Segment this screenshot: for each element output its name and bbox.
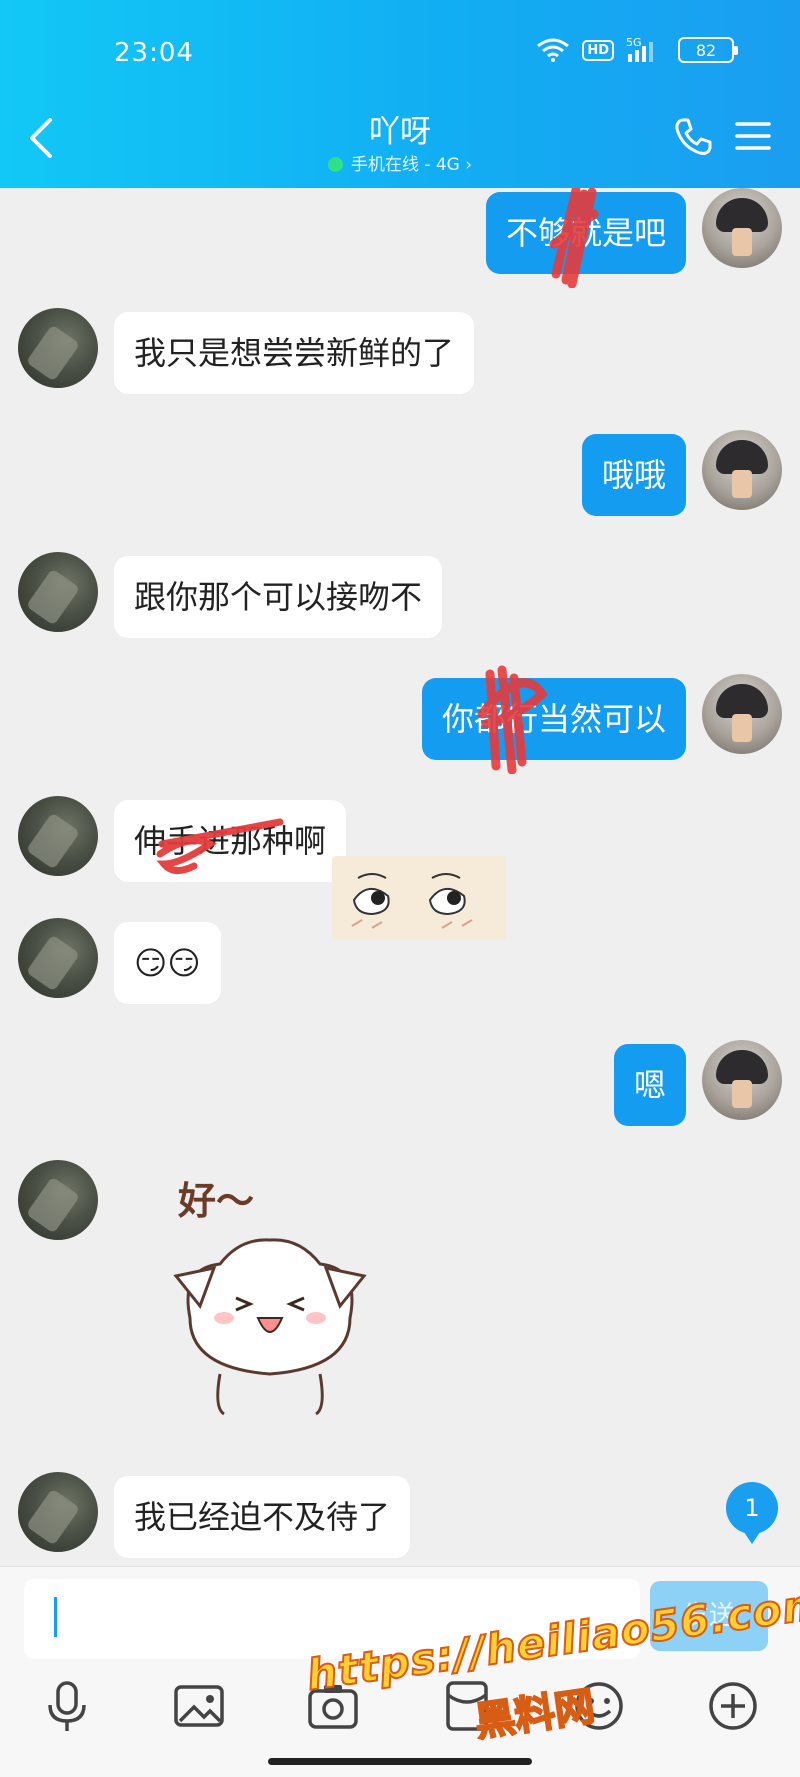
chat-header: 23:04 HD 5G 82 吖呀 手机在线 - 4G › bbox=[0, 0, 800, 188]
wifi-icon bbox=[536, 38, 570, 62]
microphone-icon[interactable] bbox=[38, 1677, 96, 1735]
status-time: 23:04 bbox=[114, 38, 194, 68]
message-bubble-sent[interactable]: 哦哦 bbox=[581, 434, 686, 516]
chat-message-list[interactable]: 不够就是吧 我只是想尝尝新鲜的了 哦哦 跟你那个可以接吻不 你都行当然可以 伸手… bbox=[0, 188, 800, 1566]
menu-icon[interactable] bbox=[734, 118, 772, 154]
phone-icon[interactable] bbox=[672, 116, 714, 158]
message-bubble-received-emoji[interactable]: 😏😏 bbox=[114, 922, 221, 1004]
network-type-label: 5G bbox=[626, 36, 642, 49]
contact-avatar[interactable] bbox=[18, 918, 98, 998]
message-bubble-received[interactable]: 伸手进那种啊 bbox=[114, 800, 347, 882]
message-bubble-sent[interactable]: 不够就是吧 bbox=[485, 192, 686, 274]
rolling-eyes-icon bbox=[351, 873, 473, 929]
plus-icon[interactable] bbox=[704, 1677, 762, 1735]
my-avatar[interactable] bbox=[702, 1040, 782, 1120]
text-cursor bbox=[54, 1597, 57, 1637]
online-dot-icon bbox=[327, 157, 343, 172]
message-bubble-sent[interactable]: 嗯 bbox=[613, 1044, 686, 1126]
image-icon[interactable] bbox=[170, 1677, 228, 1735]
hd-badge: HD bbox=[582, 39, 614, 61]
red-packet-icon[interactable] bbox=[438, 1677, 496, 1735]
home-indicator[interactable] bbox=[268, 1758, 532, 1765]
camera-icon[interactable] bbox=[304, 1677, 362, 1735]
contact-avatar[interactable] bbox=[18, 1472, 98, 1552]
input-toolbar bbox=[0, 1677, 800, 1747]
message-bubble-received[interactable]: 我已经迫不及待了 bbox=[114, 1476, 411, 1558]
message-bubble-sent[interactable]: 你都行当然可以 bbox=[421, 678, 686, 760]
input-area: 发送 bbox=[0, 1566, 800, 1777]
contact-avatar[interactable] bbox=[18, 552, 98, 632]
new-message-badge[interactable]: 1 bbox=[726, 1482, 778, 1544]
send-button[interactable]: 发送 bbox=[650, 1581, 768, 1651]
online-status-text: 手机在线 - 4G bbox=[350, 155, 460, 175]
message-bubble-received[interactable]: 跟你那个可以接吻不 bbox=[114, 556, 443, 638]
battery-icon: 82 bbox=[678, 37, 738, 63]
eyes-sticker[interactable] bbox=[332, 856, 506, 940]
contact-avatar[interactable] bbox=[18, 796, 98, 876]
my-avatar[interactable] bbox=[702, 430, 782, 510]
signal-icon: 5G bbox=[626, 36, 666, 64]
chevron-right-icon: › bbox=[465, 155, 473, 175]
message-bubble-received[interactable]: 我只是想尝尝新鲜的了 bbox=[114, 312, 475, 394]
sticker-caption: 好～ bbox=[178, 1179, 255, 1223]
cat-sticker[interactable]: 好～ bbox=[150, 1168, 390, 1428]
my-avatar[interactable] bbox=[702, 674, 782, 754]
contact-avatar[interactable] bbox=[18, 308, 98, 388]
contact-avatar[interactable] bbox=[18, 1160, 98, 1240]
message-input[interactable] bbox=[24, 1579, 640, 1659]
status-icons: HD 5G 82 bbox=[536, 36, 738, 64]
emoji-icon[interactable] bbox=[570, 1677, 628, 1735]
my-avatar[interactable] bbox=[702, 188, 782, 268]
